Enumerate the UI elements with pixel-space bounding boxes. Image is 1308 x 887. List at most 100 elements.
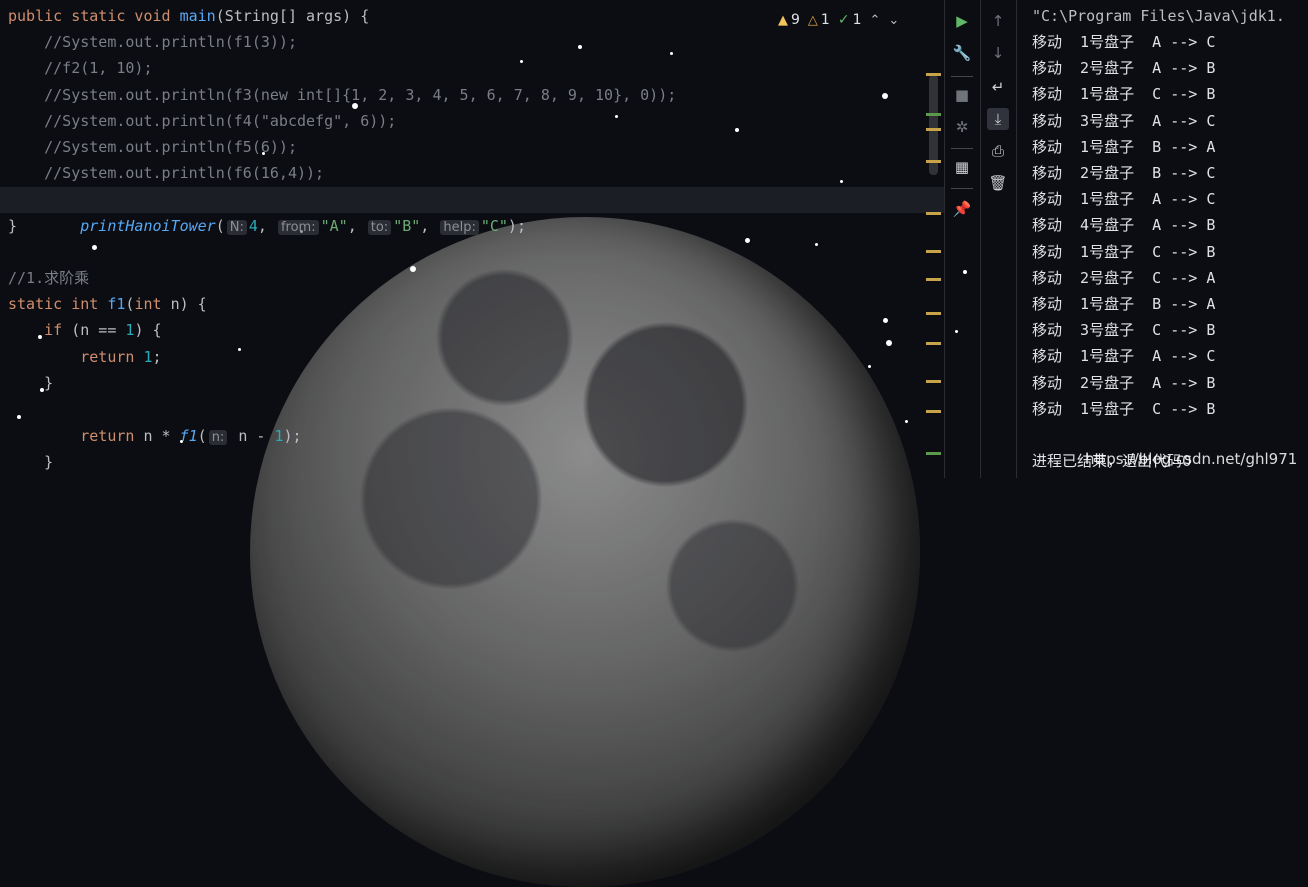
run-toolbar-left: ▶ 🔧 ■ ✲ ▦ 📌 <box>944 0 979 478</box>
code-line-hanoi-call[interactable]: printHanoiTower(N: 4, from: "A", to: "B", h… <box>8 187 526 235</box>
typo-check-icon: ✓ <box>837 12 850 28</box>
console-output-line: 移动 2号盘子 B --> C <box>1032 164 1216 182</box>
weak-warnings-counter[interactable]: △ 1 <box>808 12 830 28</box>
param-hint-from: from: <box>277 220 319 235</box>
console-output-line: 移动 4号盘子 A --> B <box>1032 216 1216 235</box>
code-token: (n == <box>71 321 126 340</box>
previous-highlight-icon[interactable]: ⌃ <box>870 13 881 28</box>
recursive-call-name[interactable]: f1 <box>180 427 198 445</box>
code-editor[interactable]: public static void main(String[] args) {… <box>0 0 944 478</box>
run-console[interactable]: "C:\Program Files\Java\jdk1. 移动 1号盘子 A -… <box>1016 0 1308 478</box>
warning-marker[interactable] <box>926 250 941 253</box>
code-token: main <box>179 7 216 25</box>
code-token: 1 <box>143 347 153 366</box>
code-line-close-brace[interactable]: } <box>8 423 53 471</box>
layout-icon[interactable]: ▦ <box>951 156 973 178</box>
arg-from: "A" <box>320 217 348 235</box>
debug-icon[interactable]: ✲ <box>951 116 973 138</box>
warning-marker[interactable] <box>926 410 941 413</box>
code-line[interactable]: //System.out.println(f1(3)); <box>8 29 297 55</box>
code-token: static int <box>8 295 108 314</box>
code-line[interactable]: if (n == 1) { <box>8 317 162 343</box>
code-token: } <box>8 373 54 392</box>
console-output-line: 移动 2号盘子 A --> B <box>1032 59 1216 78</box>
return-expr: n * <box>134 427 180 445</box>
inspection-widget[interactable]: ▲ 9 △ 1 ✓ 1 ⌃ ⌄ <box>778 10 899 30</box>
console-output-line: 移动 1号盘子 C --> B <box>1032 399 1216 418</box>
code-token: //System.out.println(f3(new int[]{1, 2, … <box>44 85 677 104</box>
code-line[interactable]: //f2(1, 10); <box>8 55 153 81</box>
toolbar-separator <box>951 148 973 149</box>
code-token: if <box>44 321 72 340</box>
method-call-name[interactable]: printHanoiTower <box>80 217 215 235</box>
warning-marker[interactable] <box>926 128 941 131</box>
warning-marker[interactable] <box>926 160 941 163</box>
code-line[interactable]: //System.out.println(f4("abcdefg", 6)); <box>8 108 396 134</box>
code-line[interactable]: //System.out.println(f5(6)); <box>8 134 297 160</box>
code-line[interactable]: //System.out.println(f3(new int[]{1, 2, … <box>8 82 676 108</box>
param-hint-n-small: n: <box>208 430 228 445</box>
run-icon[interactable]: ▶ <box>951 10 973 32</box>
warning-marker[interactable] <box>926 380 941 383</box>
code-line[interactable]: public static void main(String[] args) { <box>8 3 369 29</box>
return-keyword: return <box>80 427 135 445</box>
warning-marker[interactable] <box>926 312 941 315</box>
arrow-down-icon[interactable]: ↓ <box>987 42 1009 64</box>
scroll-to-end-icon[interactable]: ⤓ <box>987 108 1009 130</box>
trash-icon[interactable]: 🗑 <box>987 172 1009 194</box>
typos-counter[interactable]: ✓ 1 <box>838 12 862 28</box>
warning-marker[interactable] <box>926 278 941 281</box>
code-line[interactable]: static int f1(int n) { <box>8 291 207 317</box>
console-output-line: 移动 1号盘子 B --> A <box>1032 295 1216 313</box>
console-output-line: 移动 1号盘子 C --> B <box>1032 85 1216 104</box>
wrench-icon[interactable]: 🔧 <box>951 42 973 64</box>
arrow-up-icon[interactable]: ↑ <box>987 10 1009 32</box>
arg-n: 4 <box>248 217 258 235</box>
code-token: public static void <box>8 7 180 25</box>
code-token: ) { <box>134 321 162 340</box>
code-line[interactable]: } <box>8 370 53 396</box>
code-token: return <box>80 347 144 366</box>
param-hint-n: N: <box>226 220 247 235</box>
console-output-line: 移动 2号盘子 C --> A <box>1032 268 1216 287</box>
soft-wrap-icon[interactable]: ↵ <box>987 76 1009 98</box>
warning-marker[interactable] <box>926 342 941 345</box>
warnings-counter[interactable]: ▲ 9 <box>778 12 800 28</box>
param-hint-help: help: <box>440 220 479 235</box>
param-hint-to: to: <box>367 220 392 235</box>
code-token: //System.out.println(f4("abcdefg", 6)); <box>44 111 397 130</box>
warning-marker[interactable] <box>926 73 941 76</box>
code-token: int <box>134 295 171 314</box>
console-output-line: 移动 1号盘子 A --> C <box>1032 190 1216 209</box>
print-icon[interactable]: ⎙ <box>987 140 1009 162</box>
typo-marker[interactable] <box>926 113 941 116</box>
arg-to: "B" <box>393 217 421 235</box>
code-line[interactable]: //1.求阶乘 <box>8 265 89 291</box>
weak-warning-icon: △ <box>807 12 818 28</box>
code-line-return[interactable]: return n * f1(n: n - 1); <box>8 397 302 445</box>
code-token: n) { <box>170 295 207 314</box>
typo-marker[interactable] <box>926 452 941 455</box>
code-token: //System.out.println(f6(16,4)); <box>44 164 325 183</box>
code-token: (String[] args) { <box>215 7 370 25</box>
code-token: //1.求阶乘 <box>8 269 90 287</box>
call-end: ); <box>507 217 526 235</box>
stop-icon[interactable]: ■ <box>951 84 973 106</box>
next-highlight-icon[interactable]: ⌄ <box>888 13 899 28</box>
console-output-line: 移动 3号盘子 A --> C <box>1032 111 1216 130</box>
console-output-line: 移动 1号盘子 B --> A <box>1032 137 1216 156</box>
console-output-line: 移动 3号盘子 C --> B <box>1032 321 1216 340</box>
warning-marker[interactable] <box>926 212 941 215</box>
code-line[interactable]: //System.out.println(f6(16,4)); <box>8 160 324 186</box>
code-token: //f2(1, 10); <box>44 59 153 78</box>
code-line[interactable]: return 1; <box>8 344 161 370</box>
console-output-line: 移动 1号盘子 C --> B <box>1032 242 1216 261</box>
pin-icon[interactable]: 📌 <box>951 198 973 220</box>
code-token: f1 <box>107 295 126 314</box>
